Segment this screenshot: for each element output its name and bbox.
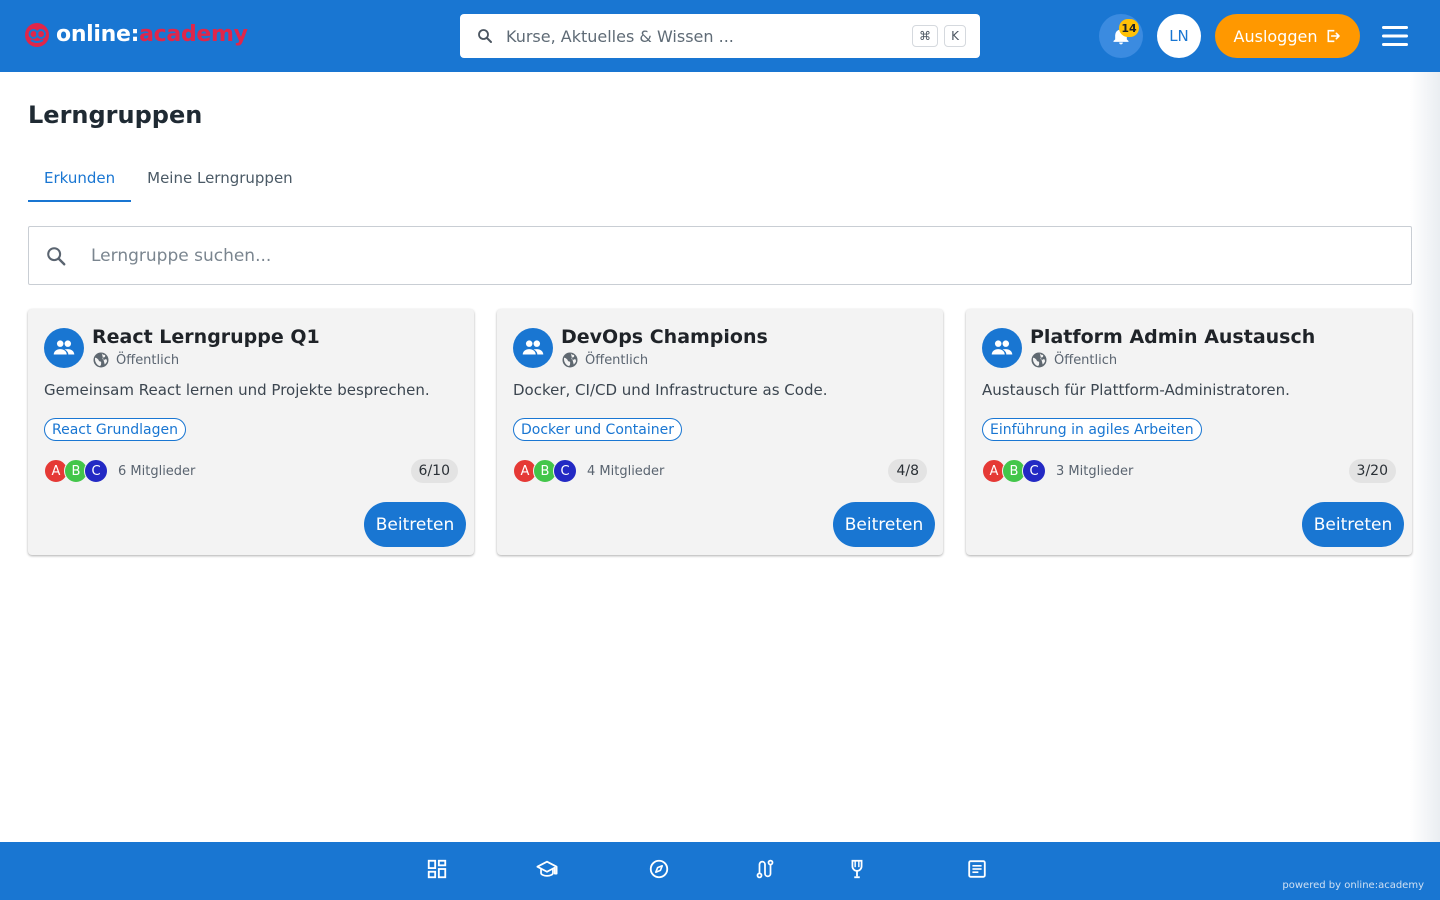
powered-by-label: powered by online:academy xyxy=(1282,880,1424,891)
search-icon xyxy=(478,29,492,43)
member-avatar: C xyxy=(553,459,577,483)
group-icon xyxy=(44,328,84,368)
visibility-label: Öffentlich xyxy=(116,352,180,368)
logout-label: Ausloggen xyxy=(1233,26,1318,46)
group-description: Austausch für Plattform-Administratoren. xyxy=(982,381,1290,399)
tab-explore[interactable]: Erkunden xyxy=(28,160,132,202)
group-icon xyxy=(513,328,553,368)
group-search-placeholder: Lerngruppe suchen... xyxy=(91,246,272,266)
bottom-navigation: powered by online:academy xyxy=(0,842,1440,900)
globe-icon xyxy=(562,352,578,368)
user-avatar[interactable]: LN xyxy=(1157,14,1201,58)
group-card: React Lerngruppe Q1 Öffentlich Gemeinsam… xyxy=(28,309,474,555)
school-icon[interactable] xyxy=(536,858,558,880)
route-icon[interactable] xyxy=(754,858,776,880)
article-icon[interactable] xyxy=(966,858,988,880)
hamburger-menu-icon[interactable] xyxy=(1380,24,1410,48)
shortcut-key-cmd: ⌘ xyxy=(912,25,938,47)
side-drawer-edge xyxy=(1410,72,1440,842)
member-count: 6 Mitglieder xyxy=(118,463,196,479)
join-button[interactable]: Beitreten xyxy=(833,502,935,547)
notification-count-badge: 14 xyxy=(1119,19,1139,37)
tab-my-groups[interactable]: Meine Lerngruppen xyxy=(131,160,309,202)
logo-text: online:academy xyxy=(56,22,248,47)
member-avatar: C xyxy=(1022,459,1046,483)
course-chip[interactable]: React Grundlagen xyxy=(44,418,187,441)
visibility-label: Öffentlich xyxy=(1054,352,1118,368)
app-header: online:academy Kurse, Aktuelles & Wissen… xyxy=(0,0,1440,72)
global-search-placeholder: Kurse, Aktuelles & Wissen ... xyxy=(506,26,734,46)
capacity-badge: 6/10 xyxy=(410,459,458,483)
logout-button[interactable]: Ausloggen xyxy=(1215,14,1360,58)
compass-icon[interactable] xyxy=(648,858,670,880)
group-icon xyxy=(982,328,1022,368)
group-search-field[interactable]: Lerngruppe suchen... xyxy=(28,226,1412,285)
dashboard-icon[interactable] xyxy=(426,858,448,880)
member-avatars: A B C 6 Mitglieder xyxy=(44,459,195,483)
globe-icon xyxy=(93,352,109,368)
group-card: DevOps Champions Öffentlich Docker, CI/C… xyxy=(497,309,943,555)
join-button[interactable]: Beitreten xyxy=(1302,502,1404,547)
group-visibility: Öffentlich xyxy=(92,351,179,369)
course-chip[interactable]: Einführung in agiles Arbeiten xyxy=(982,418,1202,441)
logo[interactable]: online:academy xyxy=(24,18,248,52)
join-button[interactable]: Beitreten xyxy=(364,502,466,547)
page-title: Lerngruppen xyxy=(28,101,203,129)
course-chip[interactable]: Docker und Container xyxy=(513,418,682,441)
group-name[interactable]: Platform Admin Austausch xyxy=(1030,326,1315,348)
group-name[interactable]: React Lerngruppe Q1 xyxy=(92,326,320,348)
trophy-icon[interactable] xyxy=(846,858,868,880)
group-name[interactable]: DevOps Champions xyxy=(561,326,768,348)
group-visibility: Öffentlich xyxy=(561,351,648,369)
capacity-badge: 3/20 xyxy=(1348,459,1396,483)
member-avatars: A B C 3 Mitglieder xyxy=(982,459,1133,483)
group-description: Docker, CI/CD und Infrastructure as Code… xyxy=(513,381,828,399)
search-icon xyxy=(47,247,66,266)
logout-icon xyxy=(1328,29,1341,43)
logo-mark-icon xyxy=(25,23,49,47)
visibility-label: Öffentlich xyxy=(585,352,649,368)
shortcut-key-k: K xyxy=(944,25,966,47)
global-search-input[interactable]: Kurse, Aktuelles & Wissen ... ⌘ K xyxy=(460,14,980,58)
tab-bar: Erkunden Meine Lerngruppen xyxy=(28,160,309,202)
group-description: Gemeinsam React lernen und Projekte besp… xyxy=(44,381,430,399)
group-card: Platform Admin Austausch Öffentlich Aust… xyxy=(966,309,1412,555)
member-count: 3 Mitglieder xyxy=(1056,463,1134,479)
capacity-badge: 4/8 xyxy=(888,459,927,483)
globe-icon xyxy=(1031,352,1047,368)
member-count: 4 Mitglieder xyxy=(587,463,665,479)
member-avatar: C xyxy=(84,459,108,483)
member-avatars: A B C 4 Mitglieder xyxy=(513,459,664,483)
group-visibility: Öffentlich xyxy=(1030,351,1117,369)
